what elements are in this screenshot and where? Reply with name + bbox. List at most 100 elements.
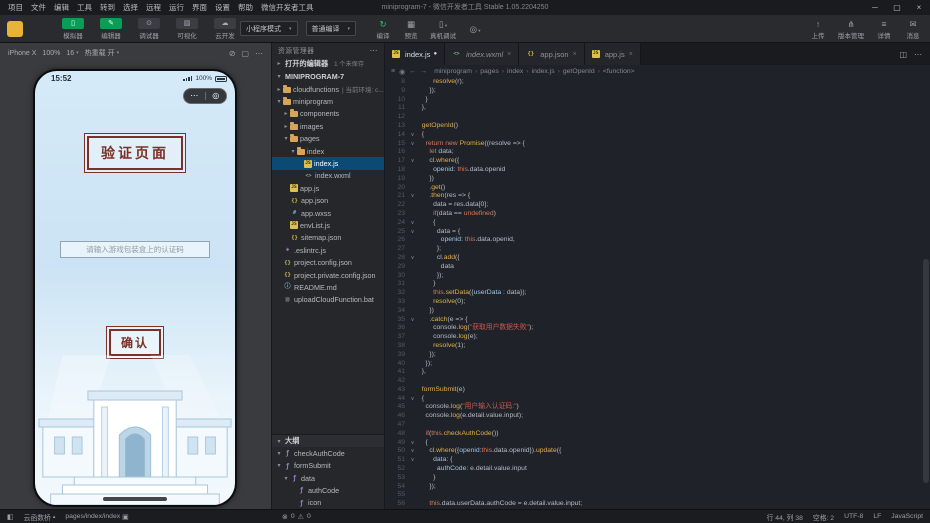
code-line[interactable]: 10 } bbox=[385, 96, 930, 105]
back-arrow-icon[interactable]: ← bbox=[409, 68, 416, 76]
code-line[interactable]: 22 data = res.data[0]; bbox=[385, 201, 930, 210]
code-line[interactable]: 48 if(this.checkAuthCode()) bbox=[385, 430, 930, 439]
code-line[interactable]: 14∨ { bbox=[385, 131, 930, 140]
details-button[interactable]: ≡详情 bbox=[875, 18, 893, 40]
more-icon[interactable]: ⋯ bbox=[370, 46, 379, 55]
fold-icon[interactable]: ∨ bbox=[407, 131, 418, 140]
menu-item[interactable]: 选择 bbox=[119, 0, 142, 15]
code-line[interactable]: 42 bbox=[385, 377, 930, 386]
close-tab-icon[interactable]: × bbox=[507, 51, 511, 58]
breadcrumb-item[interactable]: miniprogram bbox=[434, 68, 472, 75]
sim-more-icon[interactable]: ⋯ bbox=[255, 49, 263, 58]
code-line[interactable]: 24∨ { bbox=[385, 219, 930, 228]
tab-index.wxml[interactable]: <>index.wxml× bbox=[445, 43, 519, 65]
tree-item-images[interactable]: ▸images bbox=[272, 120, 384, 132]
layout-toggle-icon[interactable]: ◧ bbox=[7, 513, 14, 521]
more-compile-button[interactable]: ◎ ▾ bbox=[466, 23, 484, 35]
outline-item-authCode[interactable]: ƒauthCode bbox=[272, 484, 384, 496]
code-line[interactable]: 30 }); bbox=[385, 272, 930, 281]
forward-arrow-icon[interactable]: → bbox=[420, 68, 427, 76]
fold-icon[interactable]: ∨ bbox=[407, 254, 418, 263]
close-tab-icon[interactable]: × bbox=[629, 51, 633, 58]
code-line[interactable]: 21∨ .then(res => { bbox=[385, 192, 930, 201]
status-item[interactable]: UTF-8 bbox=[844, 513, 863, 520]
breadcrumb-item[interactable]: index.js bbox=[532, 68, 555, 75]
wechat-capsule[interactable]: ⋯ ◎ bbox=[183, 88, 227, 104]
code-line[interactable]: 55 bbox=[385, 491, 930, 500]
code-line[interactable]: 26 openid: this.data.openid, bbox=[385, 236, 930, 245]
code-line[interactable]: 9 }); bbox=[385, 87, 930, 96]
tree-item-components[interactable]: ▸components bbox=[272, 108, 384, 120]
debugger-toggle[interactable]: ⊙调试器 bbox=[134, 18, 164, 40]
upload-button[interactable]: ↑上传 bbox=[809, 18, 827, 40]
code-line[interactable]: 51∨ data: { bbox=[385, 456, 930, 465]
compile-button[interactable]: ↻编译 bbox=[374, 18, 392, 40]
fold-icon[interactable]: ∨ bbox=[407, 219, 418, 228]
fold-icon[interactable]: ∨ bbox=[407, 316, 418, 325]
code-line[interactable]: 54 }); bbox=[385, 483, 930, 492]
device-select[interactable]: iPhone X bbox=[8, 50, 36, 57]
zoom-select[interactable]: 100% bbox=[42, 50, 60, 57]
outline-item-checkAuthCode[interactable]: ▾ƒcheckAuthCode bbox=[272, 447, 384, 459]
tree-item-app.wxss[interactable]: #app.wxss bbox=[272, 207, 384, 219]
code-line[interactable]: 27 }; bbox=[385, 245, 930, 254]
fold-icon[interactable]: ∨ bbox=[407, 456, 418, 465]
authcode-input[interactable] bbox=[60, 241, 210, 258]
editor-scrollbar[interactable] bbox=[922, 78, 930, 509]
bookmark-icon[interactable]: ◉ bbox=[399, 68, 405, 76]
close-tab-icon[interactable]: × bbox=[573, 51, 577, 58]
outline-icon[interactable]: ≡ bbox=[391, 68, 395, 76]
code-line[interactable]: 43 formSubmit(e) bbox=[385, 386, 930, 395]
code-line[interactable]: 33 resolve(0); bbox=[385, 298, 930, 307]
code-line[interactable]: 53 } bbox=[385, 474, 930, 483]
fold-icon[interactable]: ∨ bbox=[407, 395, 418, 404]
tree-item-index.js[interactable]: JSindex.js bbox=[272, 157, 384, 169]
mode-select[interactable]: 小程序模式 ▾ bbox=[240, 21, 298, 36]
tree-item-miniprogram[interactable]: ▾miniprogram bbox=[272, 95, 384, 107]
breadcrumb-item[interactable]: index bbox=[507, 68, 523, 75]
code-line[interactable]: 23 if(data == undefined) bbox=[385, 210, 930, 219]
code-line[interactable]: 8 resolve(r); bbox=[385, 78, 930, 87]
code-line[interactable]: 18 openid: this.data.openid bbox=[385, 166, 930, 175]
tree-item-project.private.config.json[interactable]: {}project.private.config.json bbox=[272, 269, 384, 281]
menu-item[interactable]: 转到 bbox=[96, 0, 119, 15]
outline-section[interactable]: ▾ 大纲 bbox=[272, 434, 384, 447]
breadcrumb-item[interactable]: <function> bbox=[603, 68, 635, 75]
status-item[interactable]: 空格: 2 bbox=[813, 512, 834, 522]
menu-item[interactable]: 编辑 bbox=[50, 0, 73, 15]
capsule-home-icon[interactable]: ◎ bbox=[206, 89, 227, 103]
scrollbar-thumb[interactable] bbox=[923, 259, 929, 483]
outline-item-data[interactable]: ▾ƒdata bbox=[272, 472, 384, 484]
close-button[interactable]: × bbox=[908, 0, 930, 15]
code-line[interactable]: 29 data bbox=[385, 263, 930, 272]
tree-item-index[interactable]: ▾index bbox=[272, 145, 384, 157]
code-line[interactable]: 49∨ { bbox=[385, 439, 930, 448]
code-line[interactable]: 56 this.data.userData.authCode = e.detai… bbox=[385, 500, 930, 509]
menu-item[interactable]: 工具 bbox=[73, 0, 96, 15]
tab-app.json[interactable]: {}app.json× bbox=[519, 43, 584, 65]
code-line[interactable]: 37 console.log(e); bbox=[385, 333, 930, 342]
tree-item-uploadCloudFunction.bat[interactable]: ▤uploadCloudFunction.bat bbox=[272, 294, 384, 306]
code-line[interactable]: 46 console.log(e.detail.value.input); bbox=[385, 412, 930, 421]
simulator-toggle[interactable]: ▯模拟器 bbox=[58, 18, 88, 40]
minimize-button[interactable]: ─ bbox=[864, 0, 886, 15]
tree-item-README.md[interactable]: ⓘREADME.md bbox=[272, 281, 384, 293]
code-line[interactable]: 17∨ cl.where({ bbox=[385, 157, 930, 166]
open-editors-section[interactable]: ▸ 打开的编辑器 1 个未保存 bbox=[272, 57, 384, 70]
cloud-dev-button[interactable]: ☁云开发 bbox=[210, 18, 240, 40]
cloud-function-status[interactable]: 云函数桥▴ bbox=[24, 512, 56, 522]
tree-item-sitemap.json[interactable]: {}sitemap.json bbox=[272, 232, 384, 244]
breadcrumb-item[interactable]: pages bbox=[480, 68, 499, 75]
code-line[interactable]: 28∨ cl.add({ bbox=[385, 254, 930, 263]
code-line[interactable]: 11 }, bbox=[385, 104, 930, 113]
screenshot-icon[interactable]: ▢ bbox=[241, 49, 249, 58]
editor-more-icon[interactable]: ⋯ bbox=[914, 50, 922, 59]
code-line[interactable]: 50∨ cl.where({openid:this.data.openid}).… bbox=[385, 447, 930, 456]
status-item[interactable]: 行 44, 列 38 bbox=[767, 512, 803, 522]
code-line[interactable]: 40 }); bbox=[385, 360, 930, 369]
fold-icon[interactable]: ∨ bbox=[407, 228, 418, 237]
code-line[interactable]: 31 } bbox=[385, 280, 930, 289]
code-line[interactable]: 20 .get() bbox=[385, 184, 930, 193]
code-line[interactable]: 45 console.log("用户输入认证码:") bbox=[385, 403, 930, 412]
code-line[interactable]: 47 bbox=[385, 421, 930, 430]
